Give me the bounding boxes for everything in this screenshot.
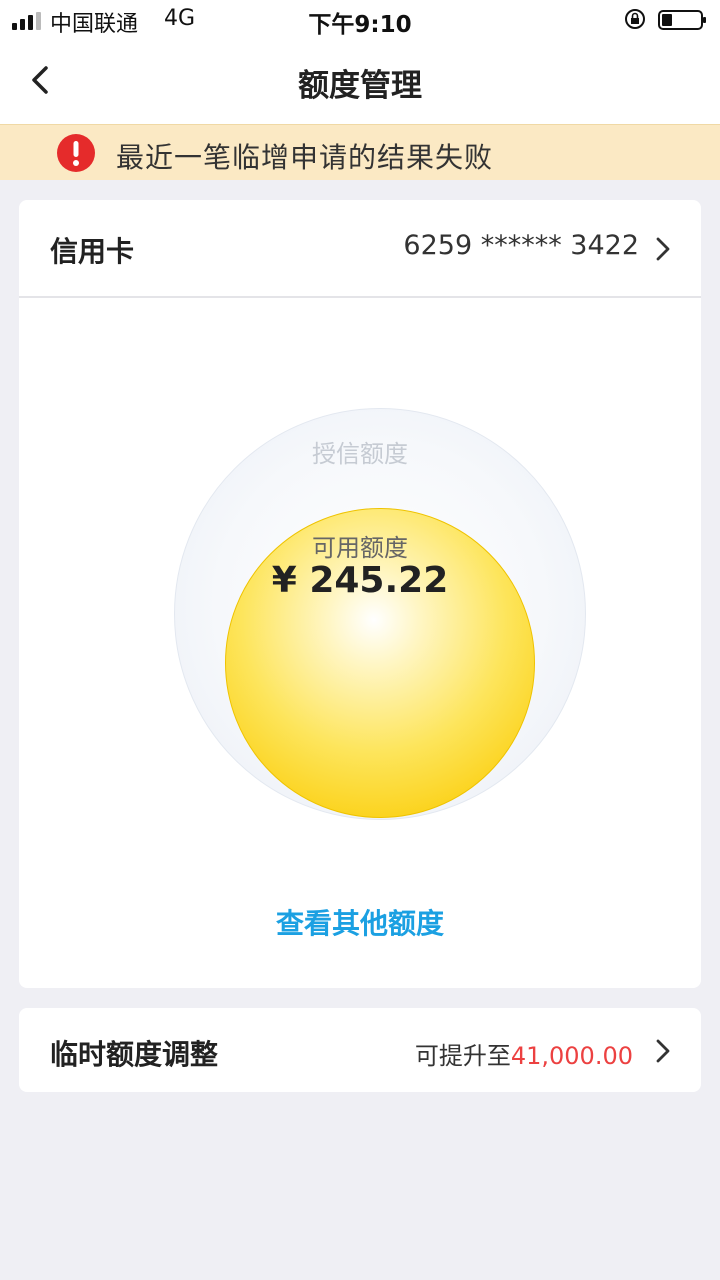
credit-card-label: 信用卡 [50,235,135,268]
view-other-quota-link[interactable]: 查看其他额度 [19,902,701,942]
available-limit-label: 可用额度 [312,534,408,562]
temp-quota-amount: 41,000.00 [510,1042,633,1070]
card-number: 6259 ****** 3422 [403,230,639,261]
available-amount: ¥ 245.22 [271,560,449,601]
battery-icon [658,10,706,30]
page-title: 额度管理 [298,68,422,104]
temp-quota-value: 可提升至41,000.00 [415,1036,633,1071]
credit-card-row[interactable]: 信用卡 6259 ****** 3422 [19,200,701,298]
temp-quota-adjust-row[interactable]: 临时额度调整 可提升至41,000.00 [19,1008,701,1092]
status-time: 下午9:10 [308,12,412,38]
credit-limit-label: 授信额度 [312,440,408,468]
alert-message: 最近一笔临增申请的结果失败 [116,141,494,174]
chevron-right-icon [656,1039,670,1063]
temp-quota-label: 临时额度调整 [50,1038,219,1071]
credit-quota-card: 信用卡 6259 ****** 3422 授信额度 可用额度 ¥ 245.22 … [19,200,701,988]
alert-banner: 最近一笔临增申请的结果失败 [0,124,720,180]
temp-quota-prefix: 可提升至 [414,1042,511,1070]
status-bar: 中国联通 4G 下午9:10 [0,0,720,40]
chevron-right-icon [656,237,670,261]
quota-bubble-area: 授信额度 可用额度 ¥ 245.22 查看其他额度 [19,298,701,988]
rotation-lock-icon [625,9,645,29]
exclamation-circle-icon [57,134,95,172]
nav-bar: 额度管理 [0,40,720,124]
